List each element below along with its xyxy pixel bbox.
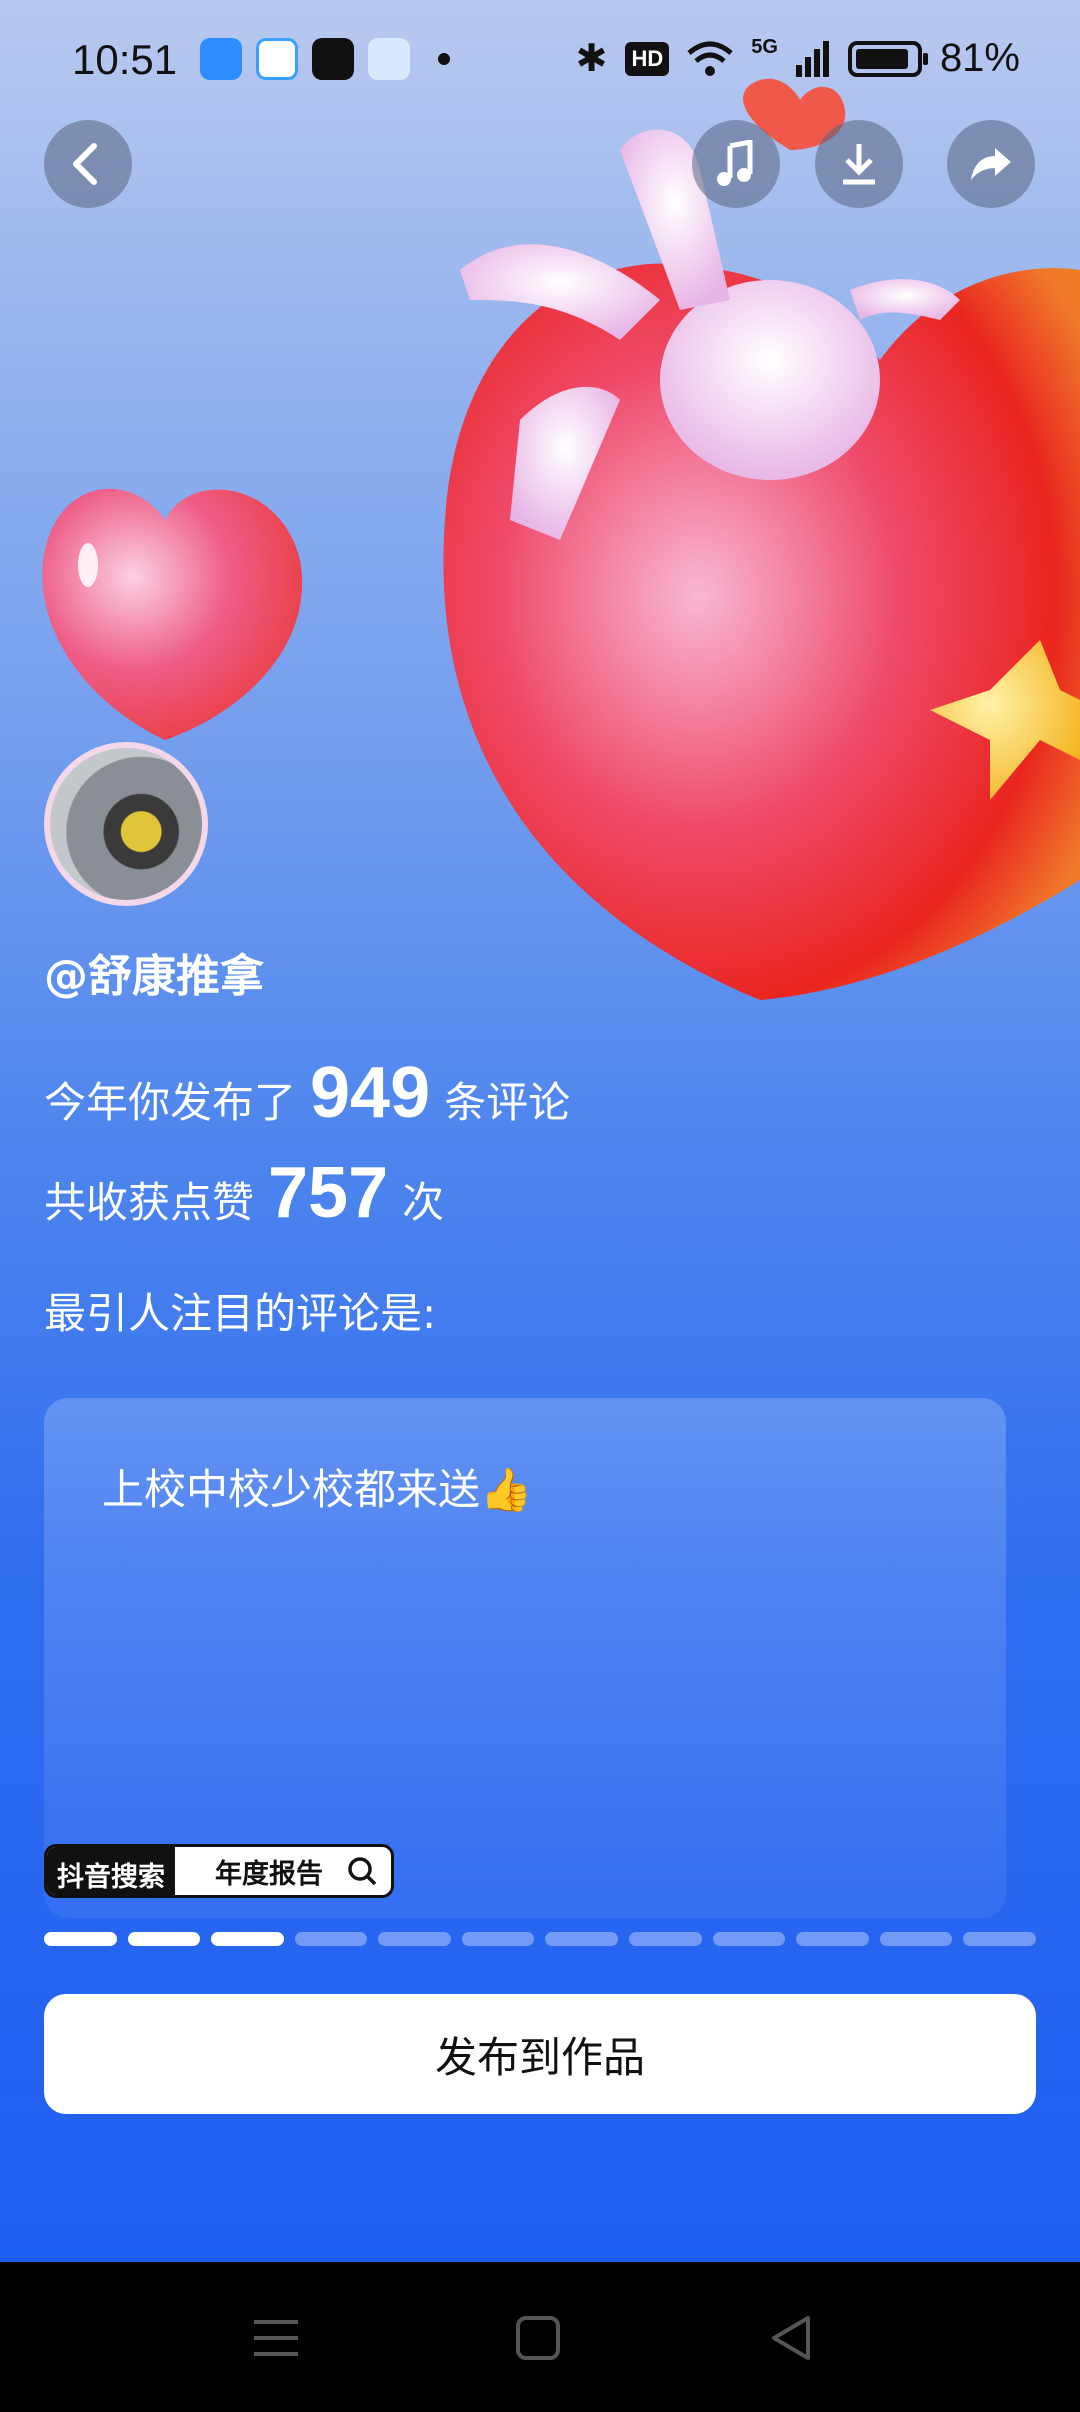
username: @舒康推拿 <box>44 951 264 1002</box>
progress-segment <box>378 1932 451 1946</box>
likes-count: 757 <box>268 1153 389 1233</box>
download-icon <box>843 144 875 185</box>
back-button[interactable] <box>44 120 132 208</box>
progress-segment <box>879 1932 953 1946</box>
search-pill-query: 年度报告 <box>175 1847 391 1895</box>
progress-segment <box>545 1932 619 1946</box>
download-button[interactable] <box>815 120 903 208</box>
progress-segment <box>712 1932 786 1946</box>
likes-suffix: 次 <box>402 1178 445 1227</box>
progress-segment <box>294 1932 368 1946</box>
search-pill-brand: 抖音搜索 <box>47 1847 175 1895</box>
progress-segment <box>461 1932 535 1946</box>
search-pill-query-text: 年度报告 <box>215 1858 323 1890</box>
comments-suffix: 条评论 <box>444 1078 571 1127</box>
top-comment-text: 上校中校少校都来送👍 <box>102 1465 533 1514</box>
home-nav-icon[interactable] <box>508 2310 568 2366</box>
progress-segment <box>796 1932 869 1946</box>
comments-stat-line: 今年你发布了 949 条评论 <box>44 1052 570 1134</box>
share-button[interactable] <box>947 120 1035 208</box>
progress-segment <box>127 1932 201 1946</box>
chevron-left-icon <box>73 143 97 185</box>
publish-to-works-button[interactable]: 发布到作品 <box>44 1994 1036 2114</box>
annual-report-screen: 10:51 ✱ HD 5G 81% @舒康推拿 今年你发布了 949 条评论 共… <box>0 0 1080 2262</box>
progress-segment <box>629 1932 702 1946</box>
highlight-label-text: 最引人注目的评论是: <box>44 1289 437 1338</box>
system-navigation-bar <box>0 2262 1080 2412</box>
top-comment-card: 上校中校少校都来送👍 <box>44 1398 1006 1918</box>
progress-segment <box>44 1932 117 1946</box>
back-nav-icon[interactable] <box>762 2310 822 2366</box>
progress-segment <box>211 1932 284 1946</box>
highlight-label: 最引人注目的评论是: <box>44 1280 436 1341</box>
douyin-search-pill[interactable]: 抖音搜索 年度报告 <box>44 1844 394 1898</box>
user-avatar[interactable] <box>44 742 208 906</box>
share-arrow-icon <box>971 148 1011 180</box>
story-progress <box>44 1932 1036 1946</box>
search-icon <box>348 1857 377 1886</box>
music-note-icon <box>717 140 753 186</box>
likes-prefix: 共收获点赞 <box>44 1178 255 1227</box>
music-button[interactable] <box>692 120 780 208</box>
comments-count: 949 <box>310 1053 431 1133</box>
progress-segment <box>963 1932 1036 1946</box>
likes-stat-line: 共收获点赞 757 次 <box>44 1152 444 1234</box>
menu-nav-icon[interactable] <box>246 2310 306 2366</box>
comments-prefix: 今年你发布了 <box>44 1078 297 1127</box>
